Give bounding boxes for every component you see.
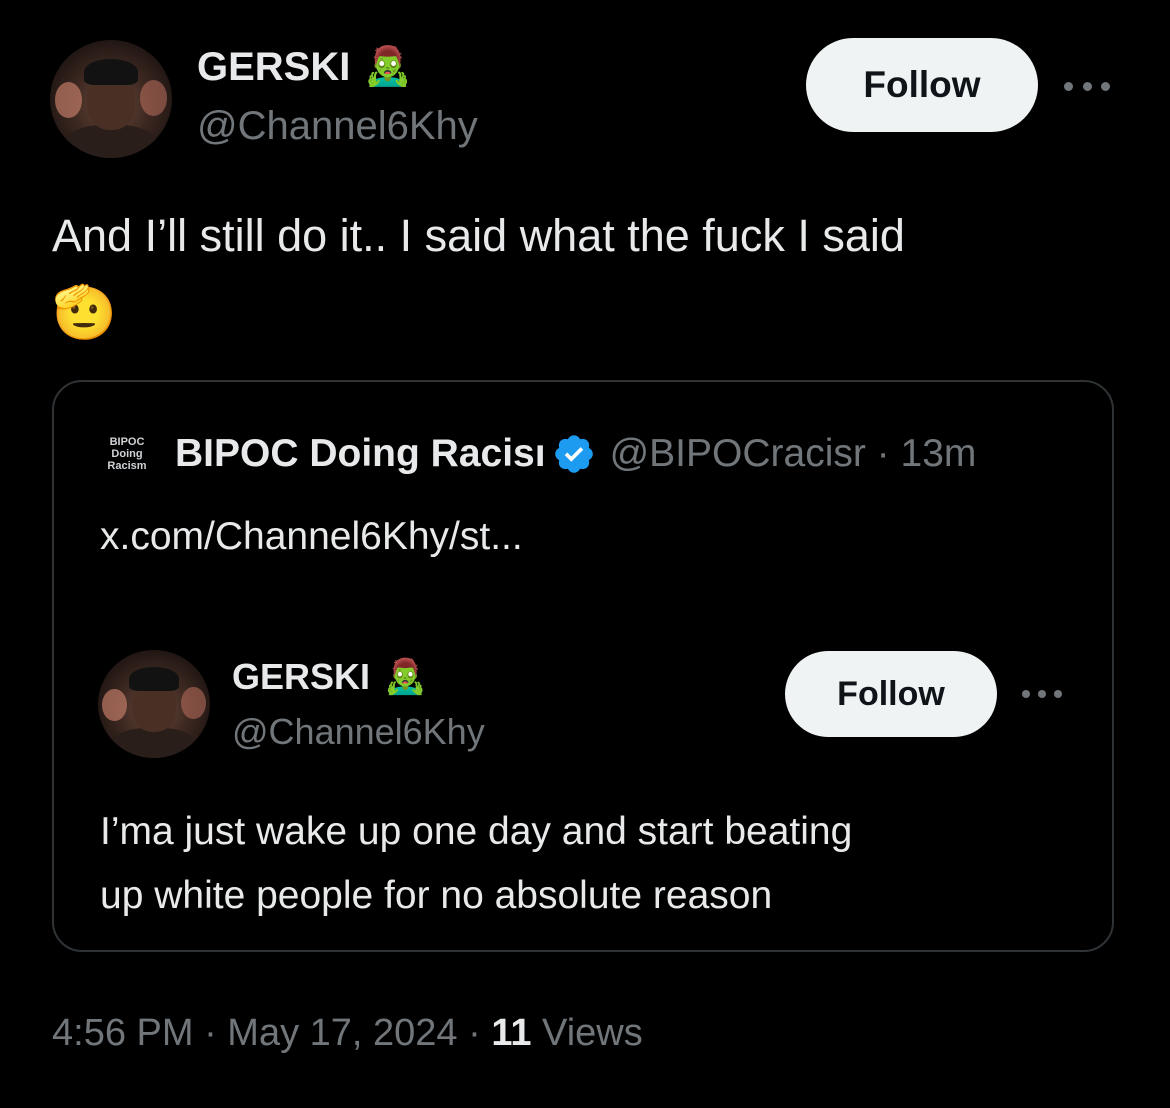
tweet-meta: 4:56 PM · May 17, 2024 · 11 Views	[52, 1008, 643, 1058]
quote-display-name[interactable]: BIPOC Doing Racisı	[175, 432, 546, 476]
zombie-emoji-icon: 🧟‍♂️	[364, 46, 412, 88]
quote-handle-time[interactable]: @BIPOCracisr · 13m	[610, 432, 977, 476]
more-options-icon[interactable]	[1064, 81, 1110, 91]
embedded-author-avatar[interactable]	[98, 650, 210, 758]
embedded-more-options-icon[interactable]	[1022, 689, 1062, 698]
author-avatar[interactable]	[50, 40, 172, 158]
embedded-display-name[interactable]: GERSKI	[232, 656, 370, 698]
embedded-tweet-text-line1: I’ma just wake up one day and start beat…	[100, 810, 853, 853]
verified-badge-icon	[552, 432, 596, 476]
zombie-emoji-icon: 🧟‍♂️	[384, 658, 427, 696]
bipoc-logo-text: BIPOC Doing Racism	[107, 436, 147, 472]
tweet-timestamp[interactable]: 4:56 PM · May 17, 2024 ·	[52, 1012, 491, 1054]
embedded-author-name-row[interactable]: GERSKI 🧟‍♂️	[232, 654, 426, 700]
quote-author-row[interactable]: BIPOC Doing Racisı @BIPOCracisr · 13m	[175, 428, 976, 480]
author-name-row[interactable]: GERSKI 🧟‍♂️	[197, 42, 412, 92]
saluting-face-emoji-icon: 🫡	[52, 284, 117, 342]
author-display-name[interactable]: GERSKI	[197, 45, 350, 90]
views-count: 11	[491, 1012, 532, 1054]
embedded-handle[interactable]: @Channel6Khy	[232, 710, 485, 754]
embedded-tweet-text-line2: up white people for no absolute reason	[100, 874, 773, 917]
quote-link-text[interactable]: x.com/Channel6Khy/st...	[100, 512, 523, 562]
follow-button[interactable]: Follow	[806, 38, 1038, 132]
bipoc-logo-avatar[interactable]: BIPOC Doing Racism	[98, 430, 156, 478]
author-handle[interactable]: @Channel6Khy	[197, 102, 478, 150]
tweet-text: And I’ll still do it.. I said what the f…	[52, 210, 905, 261]
embedded-follow-button[interactable]: Follow	[785, 651, 997, 737]
views-label: Views	[531, 1012, 643, 1054]
